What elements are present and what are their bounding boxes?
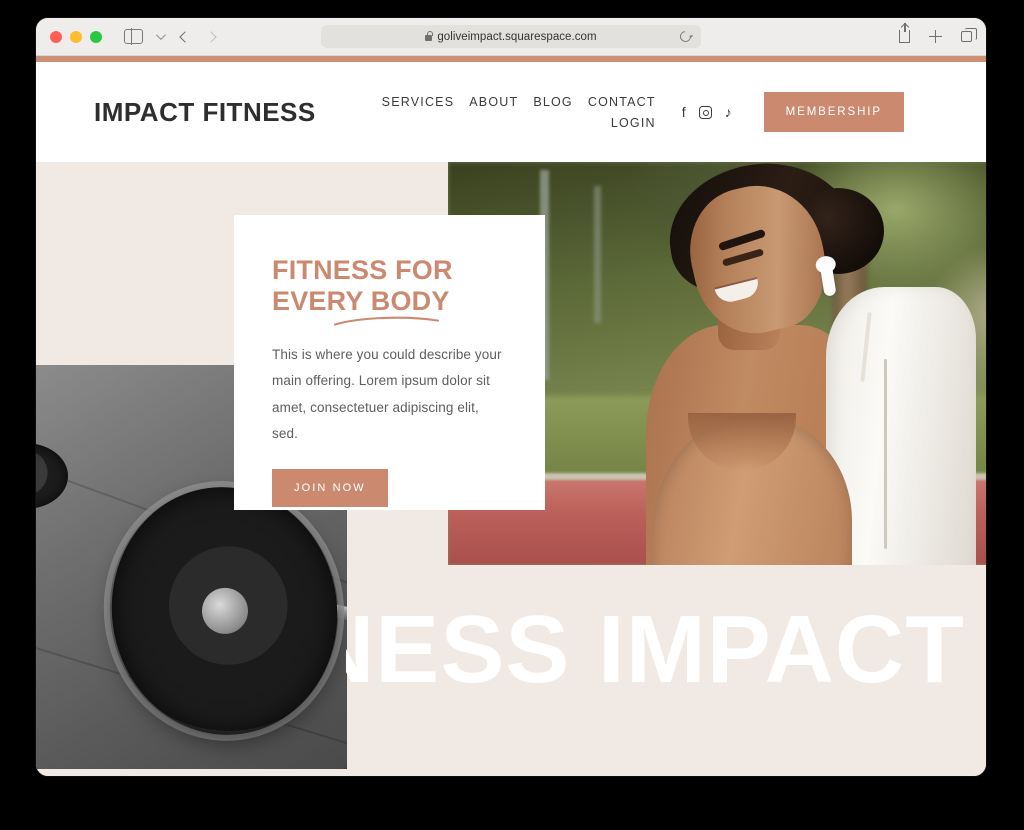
site-logo[interactable]: IMPACT FITNESS (94, 97, 316, 128)
reload-icon[interactable] (677, 28, 694, 45)
plus-icon[interactable] (929, 30, 942, 43)
hero-card: FITNESS FOR EVERY BODY This is where you… (234, 215, 545, 510)
tiktok-icon[interactable]: ♪ (725, 105, 732, 119)
nav-item-login[interactable]: LOGIN (611, 116, 656, 130)
chevron-down-icon[interactable] (155, 30, 166, 41)
nav-item-about[interactable]: ABOUT (469, 95, 518, 109)
share-icon[interactable] (899, 23, 910, 43)
close-window-button[interactable] (50, 30, 62, 43)
site-header: IMPACT FITNESS SERVICES ABOUT BLOG CONTA… (36, 62, 986, 162)
browser-window: goliveimpact.squarespace.com IMPACT FITN… (36, 18, 986, 776)
earbud-icon (819, 261, 837, 297)
instagram-icon[interactable] (698, 105, 712, 119)
hero-body-text: This is where you could describe your ma… (272, 347, 502, 441)
lamp-post (594, 186, 602, 324)
social-links: f ♪ (682, 105, 732, 119)
woman-figure (606, 162, 976, 565)
minimize-window-button[interactable] (70, 30, 82, 43)
tabs-icon[interactable] (961, 28, 977, 42)
toolbar-right-group (899, 23, 977, 43)
window-controls (50, 30, 102, 43)
nav-item-services[interactable]: SERVICES (382, 95, 455, 109)
hero-section: FITNESS IMPACT FITNESS FOR EVERY BODY Th… (36, 162, 986, 776)
maximize-window-button[interactable] (90, 30, 102, 43)
join-now-button[interactable]: JOIN NOW (272, 469, 388, 508)
navigation-arrows (179, 30, 217, 43)
hero-title-line-2: EVERY BODY (272, 285, 450, 316)
browser-toolbar: goliveimpact.squarespace.com (36, 18, 986, 56)
sidebar-icon[interactable] (124, 28, 143, 45)
chevron-left-icon[interactable] (179, 30, 191, 43)
address-bar[interactable]: goliveimpact.squarespace.com (321, 25, 701, 48)
membership-button[interactable]: MEMBERSHIP (763, 92, 904, 132)
marquee-text: FITNESS IMPACT (346, 600, 965, 701)
chevron-right-icon[interactable] (205, 30, 217, 43)
marquee-band: FITNESS IMPACT (346, 600, 986, 701)
nav-item-contact[interactable]: CONTACT (588, 95, 656, 109)
lock-icon (425, 30, 433, 41)
url-text: goliveimpact.squarespace.com (437, 30, 597, 43)
nav-item-blog[interactable]: BLOG (533, 95, 573, 109)
toolbar-left-group (124, 28, 166, 45)
hero-title-line-1: FITNESS FOR (272, 255, 453, 285)
underline-swoosh-icon (334, 316, 440, 326)
facebook-icon[interactable]: f (682, 105, 686, 119)
main-navigation: SERVICES ABOUT BLOG CONTACT LOGIN (378, 95, 656, 130)
hero-title: FITNESS FOR EVERY BODY (272, 255, 453, 326)
